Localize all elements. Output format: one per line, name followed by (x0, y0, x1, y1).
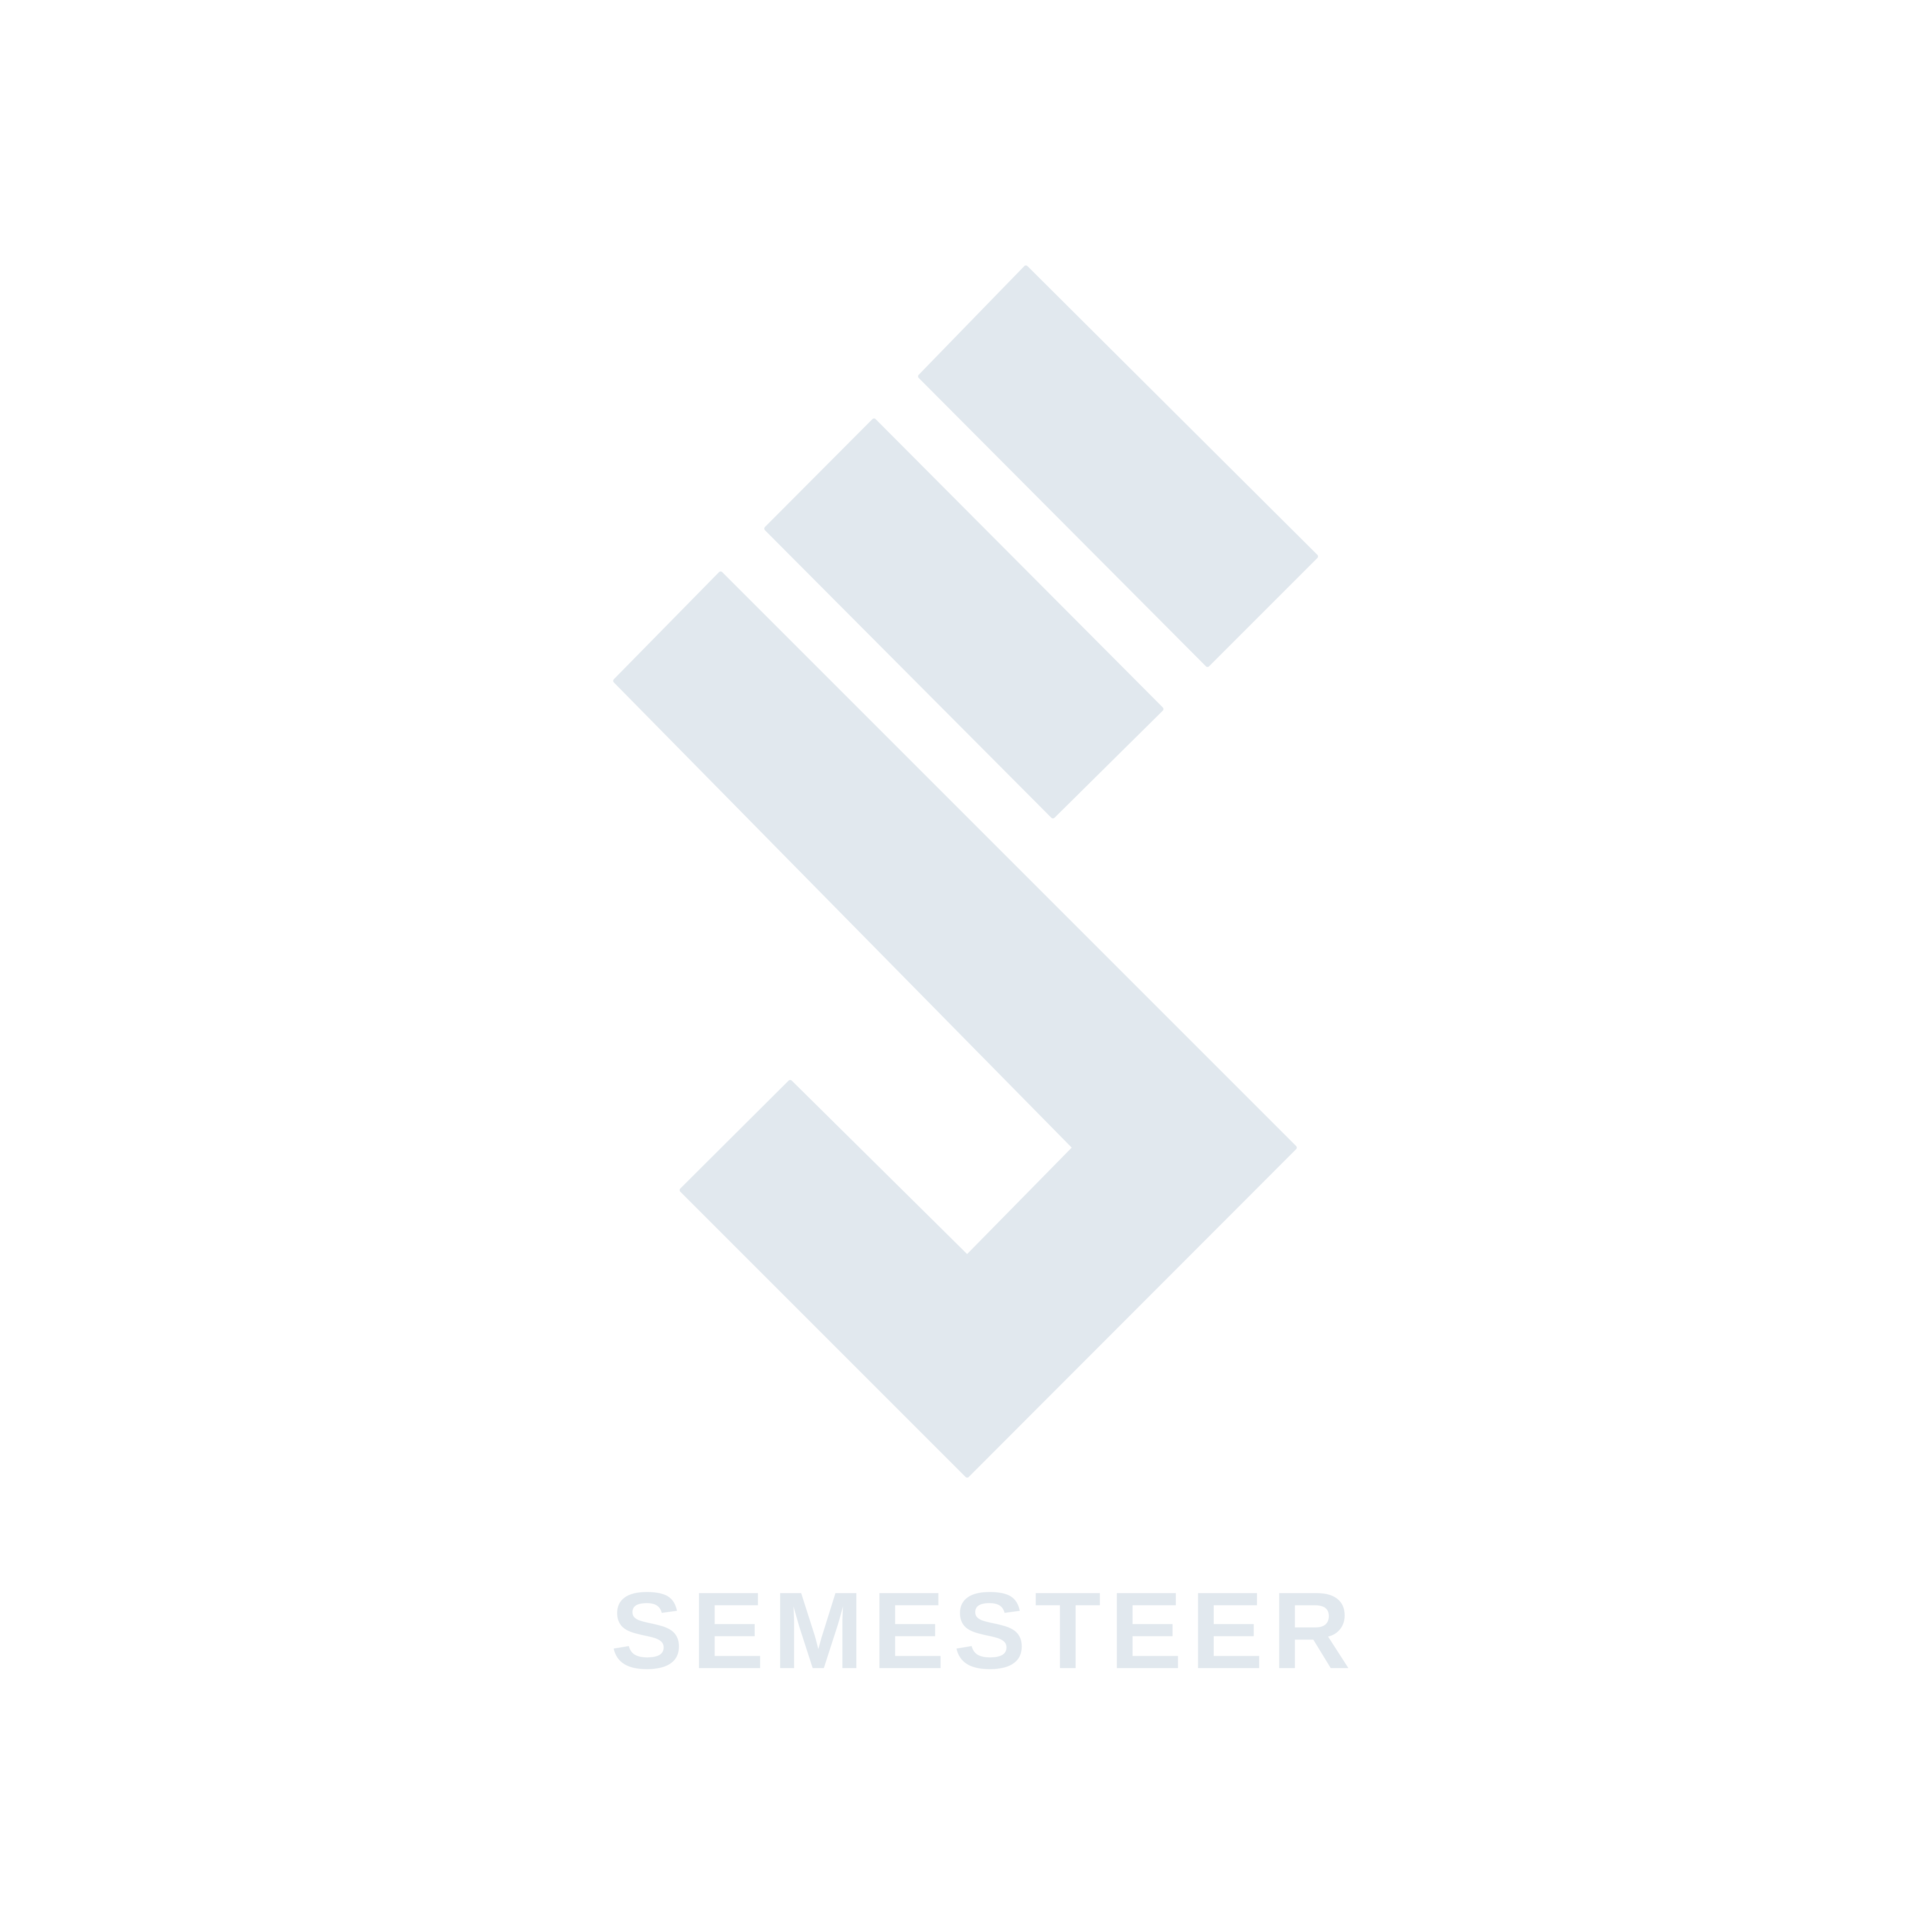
semesteer-logo: SEMESTEER (0, 0, 1932, 1932)
logo-mark-shapes (613, 265, 1318, 1478)
wordmark: SEMESTEER (611, 1570, 1359, 1691)
